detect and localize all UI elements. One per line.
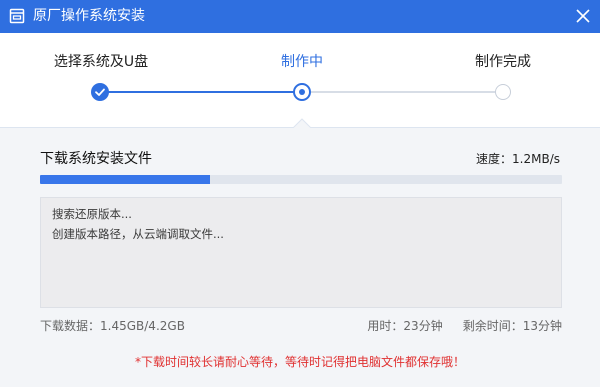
warning-notice: *下载时间较长请耐心等待，等待时记得把电脑文件都保存哦！ xyxy=(134,355,465,369)
installer-window: 原厂操作系统安装 选择系统及U盘 制作中 制作完成 下载系统安装文件 速度：1.… xyxy=(0,0,600,387)
downloaded-stats: 下载数据：1.45GB/4.2GB xyxy=(40,318,185,334)
step-label-select: 选择系统及U盘 xyxy=(53,54,149,70)
step-pointer xyxy=(293,118,311,128)
progress-steps: 选择系统及U盘 制作中 制作完成 xyxy=(0,33,600,128)
step-connector-done xyxy=(108,91,294,93)
step-marker-pending xyxy=(495,84,511,100)
downloaded-value: 1.45GB/4.2GB xyxy=(100,319,185,333)
step-label-making: 制作中 xyxy=(281,54,323,70)
downloaded-label: 下载数据： xyxy=(40,319,101,333)
step-marker-done xyxy=(91,83,109,101)
elapsed-label: 用时： xyxy=(367,319,404,333)
progress-fill xyxy=(40,175,210,184)
window-icon xyxy=(9,8,25,24)
remaining-label: 剩余时间： xyxy=(462,319,523,333)
step-label-complete: 制作完成 xyxy=(475,54,531,70)
close-icon[interactable] xyxy=(572,5,594,27)
remaining-value: 13分钟 xyxy=(522,319,562,333)
speed-value: 1.2MB/s xyxy=(512,152,560,166)
download-speed: 速度：1.2MB/s xyxy=(476,151,560,167)
speed-label: 速度： xyxy=(476,152,513,166)
time-stats: 用时：23分钟 剩余时间：13分钟 xyxy=(367,318,562,334)
step-marker-current xyxy=(293,83,311,101)
window-title: 原厂操作系统安装 xyxy=(33,8,145,24)
elapsed-value: 23分钟 xyxy=(403,319,443,333)
task-title: 下载系统安装文件 xyxy=(40,151,152,167)
title-bar: 原厂操作系统安装 xyxy=(0,0,600,33)
log-line: 搜索还原版本... xyxy=(52,207,132,221)
step-connector-pending xyxy=(311,91,497,93)
progress-bar xyxy=(40,175,562,184)
check-icon xyxy=(95,88,105,96)
log-box[interactable]: 搜索还原版本... 创建版本路径，从云端调取文件... xyxy=(40,197,562,308)
log-line: 创建版本路径，从云端调取文件... xyxy=(52,227,224,241)
